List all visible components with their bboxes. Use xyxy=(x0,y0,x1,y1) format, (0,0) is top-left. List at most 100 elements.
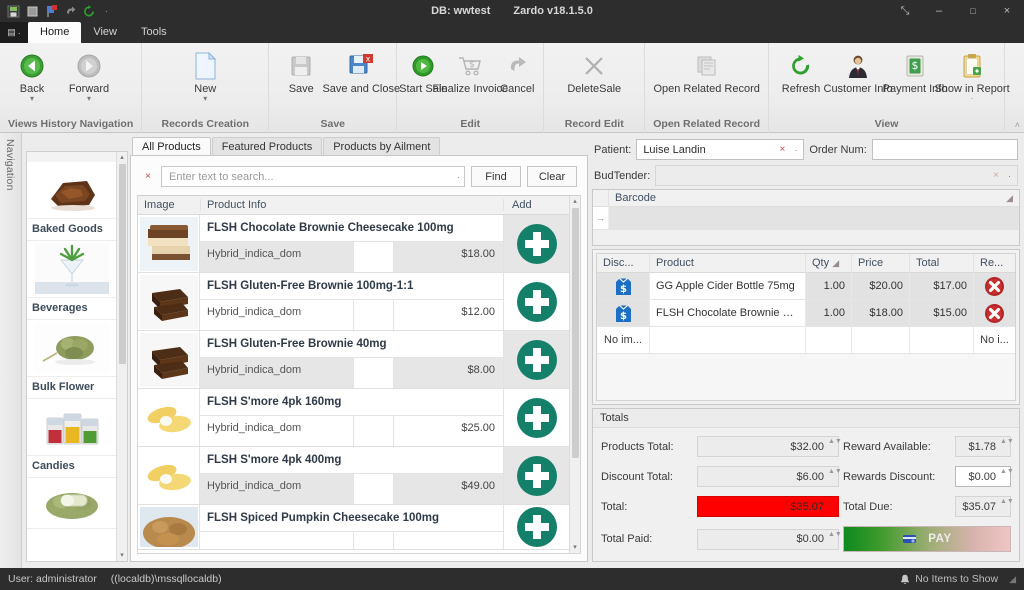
table-row[interactable]: $ FLSH Chocolate Brownie Cheesecake 100.… xyxy=(597,300,1015,327)
minimize-button[interactable]: – xyxy=(922,0,956,22)
column-header-add[interactable]: Add xyxy=(503,199,569,211)
back-caret[interactable]: ▾ xyxy=(30,95,34,102)
column-header-product-info[interactable]: Product Info xyxy=(200,199,503,211)
tab-view[interactable]: View xyxy=(81,22,129,43)
show-in-report-button[interactable]: Show in Report · xyxy=(944,48,1000,104)
category-scroll-up[interactable]: ▴ xyxy=(120,152,124,163)
table-row[interactable]: No im... No i... xyxy=(597,327,1015,354)
column-header-product[interactable]: Product xyxy=(649,254,805,273)
restore-down-button[interactable]: ⤡ xyxy=(888,0,922,22)
add-product-cell[interactable] xyxy=(503,331,569,388)
column-header-image[interactable]: Image xyxy=(138,199,200,211)
add-product-cell[interactable] xyxy=(503,215,569,272)
rewards-discount-field[interactable]: $0.00 ▲▼ xyxy=(955,466,1011,487)
discount-tag-icon[interactable]: $ xyxy=(615,277,632,296)
tab-home[interactable]: Home xyxy=(28,22,81,43)
delete-sale-button[interactable]: DeleteSale xyxy=(555,48,633,97)
add-product-cell[interactable] xyxy=(503,447,569,504)
category-scroll-thumb[interactable] xyxy=(119,164,126,364)
order-num-field[interactable] xyxy=(872,139,1018,160)
spinner-arrows-icon[interactable]: ▲▼ xyxy=(1000,438,1008,455)
products-scroll-up[interactable]: ▴ xyxy=(573,196,577,207)
remove-cell[interactable] xyxy=(973,300,1015,326)
category-scrollbar[interactable]: ▴ ▾ xyxy=(116,152,127,561)
product-qty-cell[interactable] xyxy=(353,300,393,330)
chevron-down-icon[interactable]: · xyxy=(1004,171,1015,181)
save-and-close-button[interactable]: x Save and Close xyxy=(330,48,392,97)
list-item[interactable] xyxy=(27,478,116,529)
cart-qty[interactable]: 1.00 xyxy=(805,300,851,326)
spinner-arrows-icon[interactable]: ▲▼ xyxy=(828,531,836,548)
table-row[interactable]: FLSH Spiced Pumpkin Cheesecake 100mg xyxy=(138,505,569,550)
table-row[interactable]: FLSH Gluten-Free Brownie 100mg-1:1 Hybri… xyxy=(138,273,569,331)
list-item[interactable]: Candies xyxy=(27,399,116,478)
ribbon-collapse-button[interactable]: ˄ xyxy=(1015,120,1020,130)
column-header-barcode[interactable]: Barcode xyxy=(609,192,1006,204)
pay-button[interactable]: PAY xyxy=(843,526,1011,552)
tab-products-by-ailment[interactable]: Products by Ailment xyxy=(323,137,440,156)
plus-circle-icon[interactable] xyxy=(515,454,559,498)
products-scrollbar[interactable]: ▴ ▾ xyxy=(569,196,580,553)
tab-featured-products[interactable]: Featured Products xyxy=(212,137,323,156)
chevron-down-icon[interactable]: · xyxy=(790,145,801,155)
save-button[interactable]: Save xyxy=(273,48,329,97)
finalize-invoice-button[interactable]: $ Finalize Invoice xyxy=(446,48,494,97)
tab-all-products[interactable]: All Products xyxy=(132,137,211,156)
plus-circle-icon[interactable] xyxy=(515,396,559,440)
column-header-total[interactable]: Total xyxy=(909,254,973,273)
chevron-down-icon[interactable]: · xyxy=(453,172,460,182)
product-qty-cell[interactable] xyxy=(353,416,393,446)
plus-circle-icon[interactable] xyxy=(515,505,559,549)
table-row[interactable]: FLSH Chocolate Brownie Cheesecake 100mg … xyxy=(138,215,569,273)
discount-cell[interactable]: $ xyxy=(597,273,649,299)
column-header-price[interactable]: Price xyxy=(851,254,909,273)
products-scroll-down[interactable]: ▾ xyxy=(573,542,577,553)
category-scroll-down[interactable]: ▾ xyxy=(120,550,124,561)
cart-qty[interactable]: 1.00 xyxy=(805,273,851,299)
product-qty-cell[interactable] xyxy=(353,532,393,549)
navigation-strip[interactable]: Navigation xyxy=(0,133,22,568)
tab-tools[interactable]: Tools xyxy=(129,22,179,43)
remove-cell[interactable] xyxy=(973,273,1015,299)
column-header-qty[interactable]: Qty ◢ xyxy=(805,254,851,273)
product-qty-cell[interactable] xyxy=(353,358,393,388)
clear-button[interactable]: Clear xyxy=(527,166,577,187)
open-related-record-button[interactable]: Open Related Record xyxy=(659,48,755,97)
table-row[interactable]: FLSH S'more 4pk 160mg Hybrid_indica_dom … xyxy=(138,389,569,447)
qty-sort-icon[interactable]: ◢ xyxy=(832,258,839,268)
column-header-discount[interactable]: Disc... xyxy=(597,254,649,273)
table-row[interactable]: $ GG Apple Cider Bottle 75mg 1.00 $20.00… xyxy=(597,273,1015,300)
back-button[interactable]: Back ▾ xyxy=(4,48,60,104)
plus-circle-icon[interactable] xyxy=(515,222,559,266)
list-item[interactable]: Beverages xyxy=(27,241,116,320)
remove-x-icon[interactable] xyxy=(984,303,1005,324)
product-qty-cell[interactable] xyxy=(353,474,393,504)
flag-icon[interactable] xyxy=(44,4,58,18)
cart-empty-qty[interactable] xyxy=(805,327,851,353)
file-menu-button[interactable]: ▤ · xyxy=(0,22,28,43)
quick-access-more-caret[interactable]: · xyxy=(101,7,112,16)
products-scroll-thumb[interactable] xyxy=(572,208,579,458)
discount-tag-icon[interactable]: $ xyxy=(615,304,632,323)
stop-icon[interactable] xyxy=(25,4,39,18)
column-header-remove[interactable]: Re... xyxy=(973,254,1015,273)
save-icon[interactable] xyxy=(6,4,20,18)
barcode-new-row[interactable]: → xyxy=(593,207,1019,229)
add-product-cell[interactable] xyxy=(503,389,569,446)
spinner-arrows-icon[interactable]: ▲▼ xyxy=(828,438,836,455)
discount-cell[interactable]: $ xyxy=(597,300,649,326)
add-product-cell[interactable] xyxy=(503,273,569,330)
undo-icon[interactable] xyxy=(63,4,77,18)
close-button[interactable]: × xyxy=(990,0,1024,22)
new-button[interactable]: New ▾ xyxy=(177,48,233,104)
plus-circle-icon[interactable] xyxy=(515,280,559,324)
list-item[interactable]: Bulk Flower xyxy=(27,320,116,399)
close-icon[interactable]: × xyxy=(988,170,1004,181)
forward-button[interactable]: Forward ▾ xyxy=(61,48,117,104)
maximize-button[interactable]: □ xyxy=(956,0,990,22)
spinner-arrows-icon[interactable]: ▲▼ xyxy=(1000,468,1008,485)
spinner-arrows-icon[interactable]: ▲▼ xyxy=(828,468,836,485)
add-product-cell[interactable] xyxy=(503,505,569,549)
redo-icon[interactable] xyxy=(82,4,96,18)
forward-caret[interactable]: ▾ xyxy=(87,95,91,102)
